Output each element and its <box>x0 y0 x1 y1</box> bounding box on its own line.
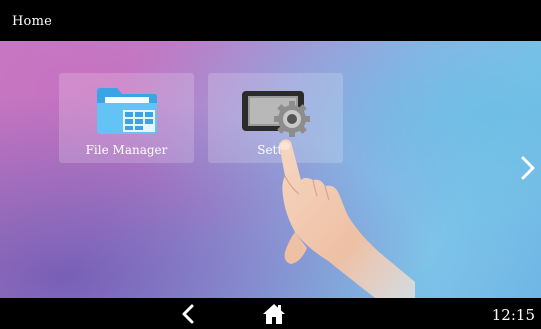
home-icon[interactable] <box>262 302 286 326</box>
title-bar: Home <box>0 0 541 41</box>
settings-label: Settin <box>257 143 294 157</box>
file-manager-app[interactable]: File Manager <box>59 73 194 163</box>
back-arrow-icon[interactable] <box>178 303 200 325</box>
clock-time: 12:15 <box>491 306 535 324</box>
chevron-right-icon[interactable] <box>519 153 537 183</box>
folder-icon <box>97 88 157 134</box>
page-title: Home <box>12 14 52 29</box>
navigation-bar: 12:15 <box>0 298 541 329</box>
home-screen: File Manager Settin <box>0 41 541 298</box>
settings-icon <box>242 91 310 137</box>
file-manager-label: File Manager <box>85 143 168 157</box>
settings-app[interactable]: Settin <box>208 73 343 163</box>
